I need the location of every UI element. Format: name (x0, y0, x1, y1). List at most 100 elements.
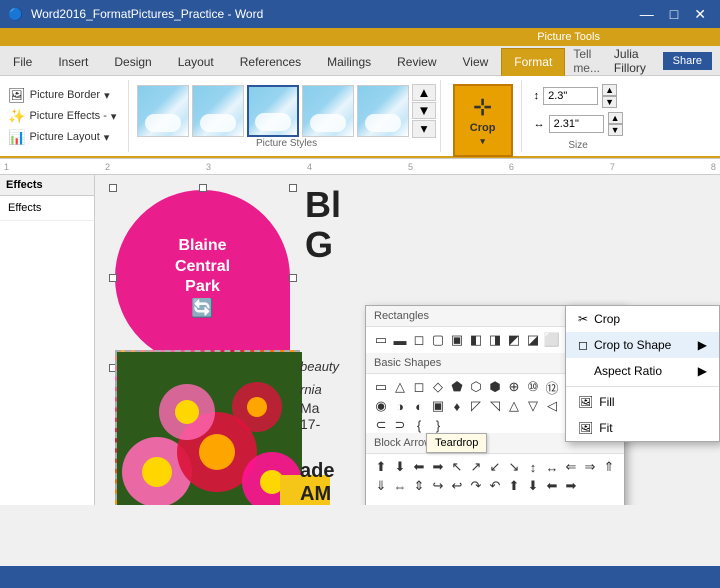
shape-basic-17[interactable]: ▣ (429, 397, 447, 415)
width-input[interactable] (549, 115, 604, 133)
arrow-34[interactable]: ⇩ (543, 503, 561, 505)
tab-design[interactable]: Design (101, 48, 164, 76)
arrow-16[interactable]: ⇕ (410, 477, 428, 495)
arrow-31[interactable]: ⇤ (486, 503, 504, 505)
style-thumb-3[interactable] (247, 85, 299, 137)
arrow-12[interactable]: ⇒ (581, 458, 599, 476)
arrow-13[interactable]: ⇑ (600, 458, 618, 476)
shape-basic-29[interactable]: { (410, 416, 428, 434)
shape-basic-8[interactable]: ⊕ (505, 378, 523, 396)
picture-effects-button[interactable]: ✨ Picture Effects - ▾ (4, 106, 120, 127)
shape-basic-9[interactable]: ⑩ (524, 378, 542, 396)
shape-rect-5[interactable]: ▣ (448, 331, 466, 349)
shape-rect-4[interactable]: ▢ (429, 331, 447, 349)
arrow-25[interactable]: ⬱ (372, 503, 390, 505)
style-thumb-2[interactable] (192, 85, 244, 137)
arrow-27[interactable]: ↺ (410, 503, 428, 505)
shape-basic-10[interactable]: ⑫ (543, 378, 561, 396)
shape-basic-6[interactable]: ⬡ (467, 378, 485, 396)
shape-rect-3[interactable]: ◻ (410, 331, 428, 349)
tab-insert[interactable]: Insert (45, 48, 101, 76)
handle-mr[interactable] (289, 274, 297, 282)
close-button[interactable]: ✕ (688, 4, 712, 25)
shape-basic-16[interactable]: ◐ (410, 397, 428, 415)
arrow-14[interactable]: ⇓ (372, 477, 390, 495)
crop-menu-aspect-ratio[interactable]: ◻ Aspect Ratio ▶ (566, 358, 719, 384)
maximize-button[interactable]: □ (664, 4, 684, 24)
arrow-29[interactable]: ⤢ (448, 503, 466, 505)
arrow-7[interactable]: ↙ (486, 458, 504, 476)
shape-basic-15[interactable]: ◑ (391, 397, 409, 415)
crop-menu-crop[interactable]: ✂ Crop (566, 306, 719, 332)
tab-mailings[interactable]: Mailings (314, 48, 384, 76)
arrow-6[interactable]: ↗ (467, 458, 485, 476)
tab-format[interactable]: Format (501, 48, 565, 76)
shape-basic-27[interactable]: ⊂ (372, 416, 390, 434)
minimize-button[interactable]: — (634, 4, 660, 24)
shape-rect-1[interactable]: ▭ (372, 331, 390, 349)
handle-tl[interactable] (109, 184, 117, 192)
picture-layout-button[interactable]: 📊 Picture Layout ▾ (4, 127, 113, 148)
shape-basic-2[interactable]: △ (391, 378, 409, 396)
arrow-3[interactable]: ⬅ (410, 458, 428, 476)
arrow-5[interactable]: ↖ (448, 458, 466, 476)
tab-layout[interactable]: Layout (165, 48, 227, 76)
height-up-button[interactable]: ▲ (602, 84, 617, 96)
shape-rect-2[interactable]: ▬ (391, 331, 409, 349)
width-down-button[interactable]: ▼ (608, 124, 623, 136)
arrow-20[interactable]: ↶ (486, 477, 504, 495)
shape-basic-30[interactable]: } (429, 416, 447, 434)
shape-basic-19[interactable]: ◸ (467, 397, 485, 415)
arrow-4[interactable]: ➡ (429, 458, 447, 476)
styles-down-button[interactable]: ▼ (412, 102, 435, 119)
shape-rect-7[interactable]: ◨ (486, 331, 504, 349)
crop-button[interactable]: ⊹ Crop ▾ (453, 84, 513, 157)
arrow-1[interactable]: ⬆ (372, 458, 390, 476)
shape-basic-18[interactable]: ♦ (448, 397, 466, 415)
share-button[interactable]: Share (663, 52, 712, 70)
width-up-button[interactable]: ▲ (608, 112, 623, 124)
tab-references[interactable]: References (227, 48, 314, 76)
shape-basic-20[interactable]: ◹ (486, 397, 504, 415)
arrow-18[interactable]: ↩ (448, 477, 466, 495)
arrow-8[interactable]: ↘ (505, 458, 523, 476)
arrow-28[interactable]: ↻ (429, 503, 447, 505)
crop-menu-fit[interactable]: 🖼 Fit (566, 415, 719, 441)
handle-ml[interactable] (109, 274, 117, 282)
shape-rect-9[interactable]: ◪ (524, 331, 542, 349)
height-down-button[interactable]: ▼ (602, 96, 617, 108)
arrow-21[interactable]: ⬆ (505, 477, 523, 495)
arrow-24[interactable]: ➡ (562, 477, 580, 495)
shape-rect-8[interactable]: ◩ (505, 331, 523, 349)
arrow-2[interactable]: ⬇ (391, 458, 409, 476)
arrow-30[interactable]: ⤡ (467, 503, 485, 505)
style-thumb-5[interactable] (357, 85, 409, 137)
picture-border-button[interactable]: 🖼 Picture Border ▾ (4, 85, 114, 106)
arrow-15[interactable]: ⇔ (391, 477, 409, 495)
arrow-17[interactable]: ↪ (429, 477, 447, 495)
shape-basic-4[interactable]: ◇ (429, 378, 447, 396)
tab-view[interactable]: View (450, 48, 502, 76)
shape-basic-3[interactable]: ◻ (410, 378, 428, 396)
arrow-32[interactable]: ⇥ (505, 503, 523, 505)
shape-rect-10[interactable]: ⬜ (543, 331, 561, 349)
shape-basic-21[interactable]: △ (505, 397, 523, 415)
arrow-26[interactable]: ⬰ (391, 503, 409, 505)
styles-up-button[interactable]: ▲ (412, 84, 435, 101)
handle-tm[interactable] (199, 184, 207, 192)
crop-menu-crop-to-shape[interactable]: ◻ Crop to Shape ▶ (566, 332, 719, 358)
shape-basic-28[interactable]: ⊃ (391, 416, 409, 434)
style-thumb-4[interactable] (302, 85, 354, 137)
tell-me-input[interactable]: Tell me... (573, 47, 606, 75)
arrow-10[interactable]: ↔ (543, 458, 561, 476)
height-input[interactable] (543, 87, 598, 105)
tab-file[interactable]: File (0, 48, 45, 76)
style-thumb-1[interactable] (137, 85, 189, 137)
shape-basic-5[interactable]: ⬟ (448, 378, 466, 396)
shape-rect-6[interactable]: ◧ (467, 331, 485, 349)
shape-basic-23[interactable]: ◁ (543, 397, 561, 415)
shape-basic-14[interactable]: ◉ (372, 397, 390, 415)
styles-more-button[interactable]: ▾ (412, 120, 435, 138)
shape-basic-7[interactable]: ⬢ (486, 378, 504, 396)
flower-image[interactable] (115, 350, 300, 505)
